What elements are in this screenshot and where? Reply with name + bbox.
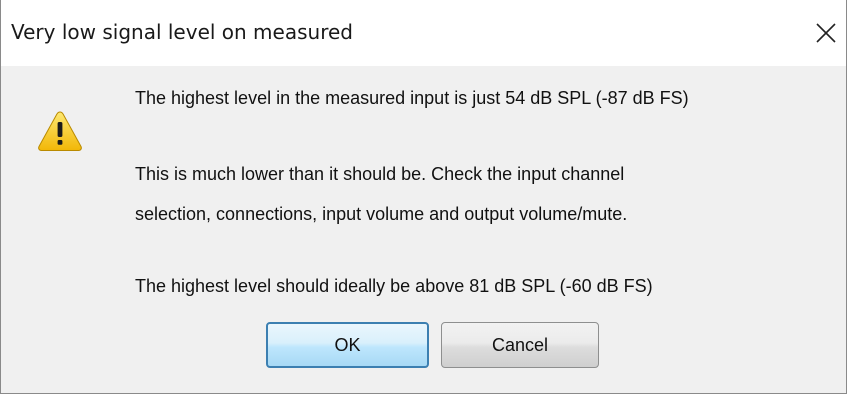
dialog-body: The highest level in the measured input … bbox=[1, 66, 846, 393]
close-icon bbox=[816, 23, 836, 43]
message-line-3: selection, connections, input volume and… bbox=[135, 204, 628, 224]
message-line-1: The highest level in the measured input … bbox=[135, 88, 689, 108]
cancel-button[interactable]: Cancel bbox=[441, 322, 599, 368]
message-line-2: This is much lower than it should be. Ch… bbox=[135, 164, 625, 184]
ok-button[interactable]: OK bbox=[266, 322, 429, 368]
dialog-title: Very low signal level on measured bbox=[11, 20, 353, 44]
message-line-4: The highest level should ideally be abov… bbox=[135, 276, 653, 296]
ok-button-label: OK bbox=[334, 334, 361, 355]
close-button[interactable] bbox=[813, 20, 839, 46]
message-dialog: Very low signal level on measured The hi… bbox=[0, 0, 847, 394]
warning-icon bbox=[38, 111, 82, 151]
cancel-button-label: Cancel bbox=[491, 334, 549, 355]
title-bar[interactable]: Very low signal level on measured bbox=[1, 0, 846, 66]
